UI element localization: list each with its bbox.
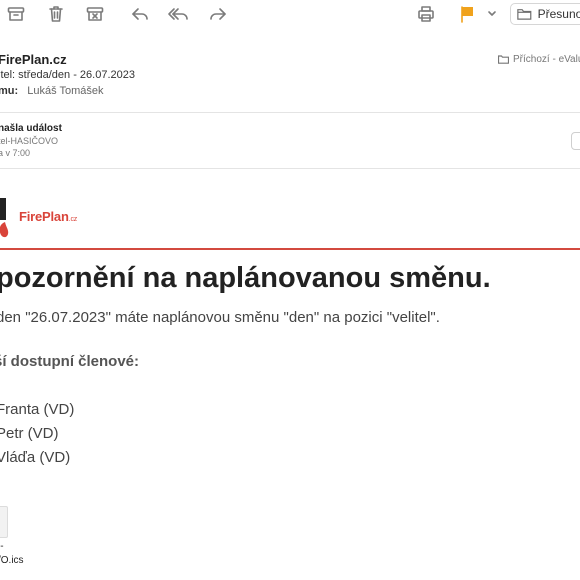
junk-icon[interactable]: [83, 3, 107, 25]
members-title: ší dostupní členové:: [0, 353, 140, 370]
ics-file-icon[interactable]: [0, 506, 8, 538]
fireplan-logo: FirePlan.cz: [0, 195, 100, 240]
archive-icon[interactable]: [4, 3, 28, 25]
reply-all-icon[interactable]: [166, 3, 190, 25]
member-item: Vláďa (VD): [0, 449, 71, 466]
trash-icon[interactable]: [44, 3, 68, 25]
message-header: FirePlan.cz itel: středa/den - 26.07.202…: [0, 30, 580, 113]
subject-line: itel: středa/den - 26.07.2023: [0, 69, 135, 81]
move-button-label: Přesunou: [537, 7, 580, 21]
member-item: Franta (VD): [0, 401, 75, 418]
reply-icon[interactable]: [128, 3, 152, 25]
email-headline: pozornění na naplánovanou směnu.: [0, 262, 491, 294]
sender-name: FirePlan.cz: [0, 52, 67, 67]
attachment-name-line2[interactable]: /O.ics: [0, 555, 24, 566]
logo-name: FirePlan: [19, 209, 69, 224]
forward-icon[interactable]: [206, 3, 230, 25]
brand-divider: [0, 248, 580, 250]
event-time: a v 7:00: [0, 148, 31, 158]
attachment-name-line1[interactable]: l-: [0, 541, 4, 552]
add-to-calendar-button[interactable]: [571, 132, 580, 150]
flame-logo-icon: [0, 198, 9, 238]
mailbox-folder[interactable]: Příchozí - eValu: [498, 54, 580, 65]
email-body-text: den "26.07.2023" máte naplánovou směnu "…: [0, 309, 440, 326]
event-title: našla událost: [0, 123, 62, 134]
print-icon[interactable]: [414, 3, 438, 25]
folder-icon: [498, 55, 509, 64]
member-item: Petr (VD): [0, 425, 59, 442]
move-button[interactable]: Přesunou: [510, 3, 580, 25]
flag-icon[interactable]: [455, 3, 479, 25]
logo-suffix: .cz: [68, 216, 78, 223]
folder-icon: [517, 9, 532, 20]
calendar-event-banner: našla událost tel-HASIČOVO a v 7:00: [0, 112, 580, 169]
event-organizer: tel-HASIČOVO: [0, 136, 59, 146]
chevron-down-icon[interactable]: [480, 3, 504, 25]
message-toolbar: Přesunou: [0, 0, 580, 30]
mailbox-folder-label: Příchozí - eValu: [513, 54, 580, 65]
recipient-line: mu: Lukáš Tomášek: [0, 85, 103, 97]
logo-text: FirePlan.cz: [19, 209, 77, 224]
recipient-value[interactable]: Lukáš Tomášek: [27, 85, 103, 97]
recipient-label: mu:: [0, 85, 19, 97]
